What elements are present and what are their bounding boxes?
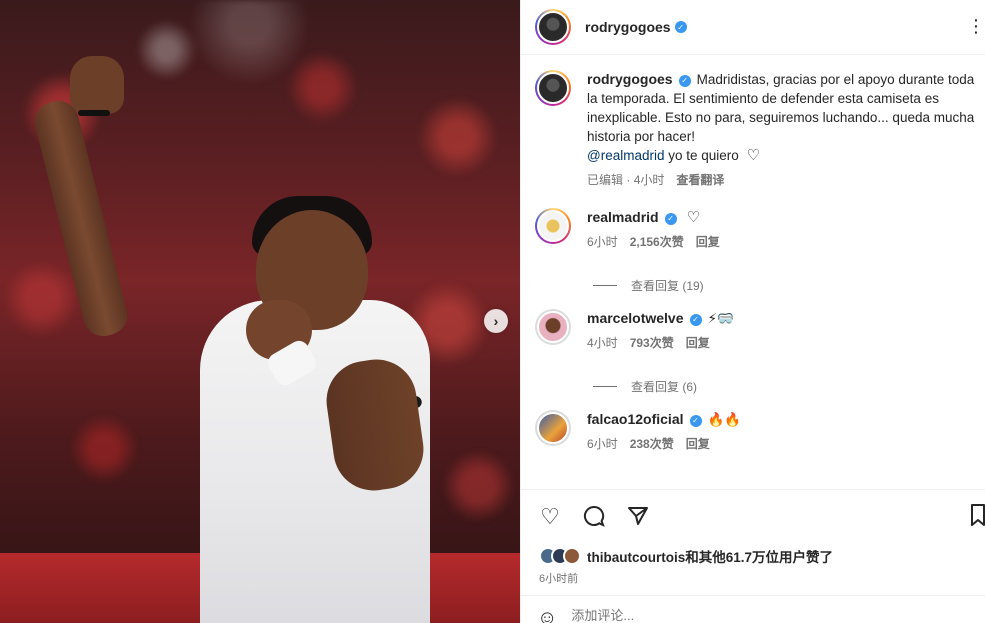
comment-likes[interactable]: 238次赞 — [630, 435, 674, 452]
view-replies-label[interactable]: 查看回复 (19) — [631, 277, 704, 294]
comment-row: falcao12oficial ✓ 🔥🔥 6小时 238次赞 回复 — [535, 410, 975, 452]
comment-likes[interactable]: 793次赞 — [630, 334, 674, 351]
comment-bubble-icon[interactable] — [581, 504, 607, 530]
verified-badge-icon: ✓ — [689, 414, 702, 427]
comment-input[interactable] — [571, 608, 932, 623]
share-paper-plane-icon[interactable] — [625, 504, 651, 530]
comment-composer: ☺ — [521, 595, 985, 623]
caption-text: rodrygogoes ✓ Madridistas, gracias por el … — [587, 70, 975, 165]
divider-line — [593, 386, 617, 387]
translate-button[interactable]: 查看翻译 — [676, 171, 724, 188]
comment-meta: 6小时 238次赞 回复 — [587, 435, 741, 452]
likes-text[interactable]: thibautcourtois和其他61.7万位用户赞了 — [587, 546, 833, 566]
player-figure — [0, 0, 520, 623]
reply-button[interactable]: 回复 — [686, 435, 710, 452]
like-heart-icon[interactable]: ♡ — [537, 504, 563, 530]
avatar[interactable] — [535, 309, 571, 345]
reply-button[interactable]: 回复 — [696, 233, 720, 250]
reply-button[interactable]: 回复 — [686, 334, 710, 351]
view-replies-button[interactable]: 查看回复 (19) — [593, 277, 704, 294]
heart-outline-icon: ♡ — [746, 147, 760, 164]
chevron-right-icon: › — [493, 313, 499, 329]
view-replies-button[interactable]: 查看回复 (6) — [593, 378, 697, 395]
verified-badge-icon: ✓ — [664, 212, 677, 225]
view-replies-label[interactable]: 查看回复 (6) — [631, 378, 697, 395]
verified-badge-icon: ✓ — [689, 313, 702, 326]
avatar[interactable] — [535, 70, 571, 106]
heart-outline-icon: ♡ — [686, 209, 701, 226]
player-wristband — [78, 110, 110, 116]
comment-time[interactable]: 6小时 — [587, 435, 618, 452]
post-side-panel: rodrygogoes ✓ ⋮ rodrygogoes ✓ Madridistas,… — [520, 0, 985, 623]
emoji-smiley-icon[interactable]: ☺ — [537, 608, 557, 623]
header-username[interactable]: rodrygogoes — [585, 19, 671, 35]
mention-link[interactable]: @realmadrid — [587, 148, 664, 163]
comment-username[interactable]: marcelotwelve — [587, 310, 684, 326]
comment-time[interactable]: 6小时 — [587, 233, 618, 250]
action-icons: ♡ — [537, 504, 651, 530]
comment-likes[interactable]: 2,156次赞 — [630, 233, 684, 250]
caption-meta: 已编辑 · 4小时 查看翻译 — [587, 171, 725, 188]
post-viewer: › rodrygogoes ✓ ⋮ rodrygogoes ✓ Madridista… — [0, 0, 985, 623]
comment-emoji: 🔥🔥 — [707, 412, 742, 427]
caption-time[interactable]: 4小时 — [634, 173, 665, 187]
bookmark-icon[interactable] — [971, 504, 985, 532]
more-options-icon[interactable]: ⋮ — [967, 16, 985, 37]
comment-time[interactable]: 4小时 — [587, 334, 618, 351]
divider-line — [593, 285, 617, 286]
post-actions: ♡ thibautcourtois和其他61.7万位用户赞了 6小时前 ☺ 添加… — [521, 489, 985, 623]
player-fist — [70, 56, 124, 114]
caption-tail: yo te quiero — [664, 148, 739, 163]
verified-badge-icon: ✓ — [678, 74, 691, 87]
caption-username[interactable]: rodrygogoes — [587, 71, 673, 87]
avatar[interactable] — [535, 208, 571, 244]
liker-avatars — [539, 547, 581, 565]
comment-row: realmadrid ✓ ♡ 6小时 2,156次赞 回复 — [535, 208, 975, 250]
post-time-ago[interactable]: 6小时前 — [539, 570, 578, 586]
comments-list[interactable]: rodrygogoes ✓ Madridistas, gracias por el … — [521, 56, 985, 488]
comment-username[interactable]: falcao12oficial — [587, 411, 684, 427]
comment-emoji: ⚡🥽 — [707, 311, 734, 326]
comment-meta: 4小时 793次赞 回复 — [587, 334, 734, 351]
comment-username[interactable]: realmadrid — [587, 209, 659, 225]
post-photo[interactable]: › — [0, 0, 520, 623]
post-header: rodrygogoes ✓ ⋮ — [521, 0, 985, 55]
likes-summary[interactable]: thibautcourtois和其他61.7万位用户赞了 — [539, 546, 833, 566]
verified-badge-icon: ✓ — [674, 21, 687, 33]
avatar[interactable] — [535, 410, 571, 446]
comment-meta: 6小时 2,156次赞 回复 — [587, 233, 720, 250]
player-raised-arm — [30, 96, 132, 341]
caption-row: rodrygogoes ✓ Madridistas, gracias por el … — [535, 70, 975, 188]
avatar[interactable] — [535, 9, 571, 45]
edited-label: 已编辑 — [587, 173, 624, 187]
comment-row: marcelotwelve ✓ ⚡🥽 4小时 793次赞 回复 — [535, 309, 975, 351]
next-photo-button[interactable]: › — [484, 309, 508, 333]
